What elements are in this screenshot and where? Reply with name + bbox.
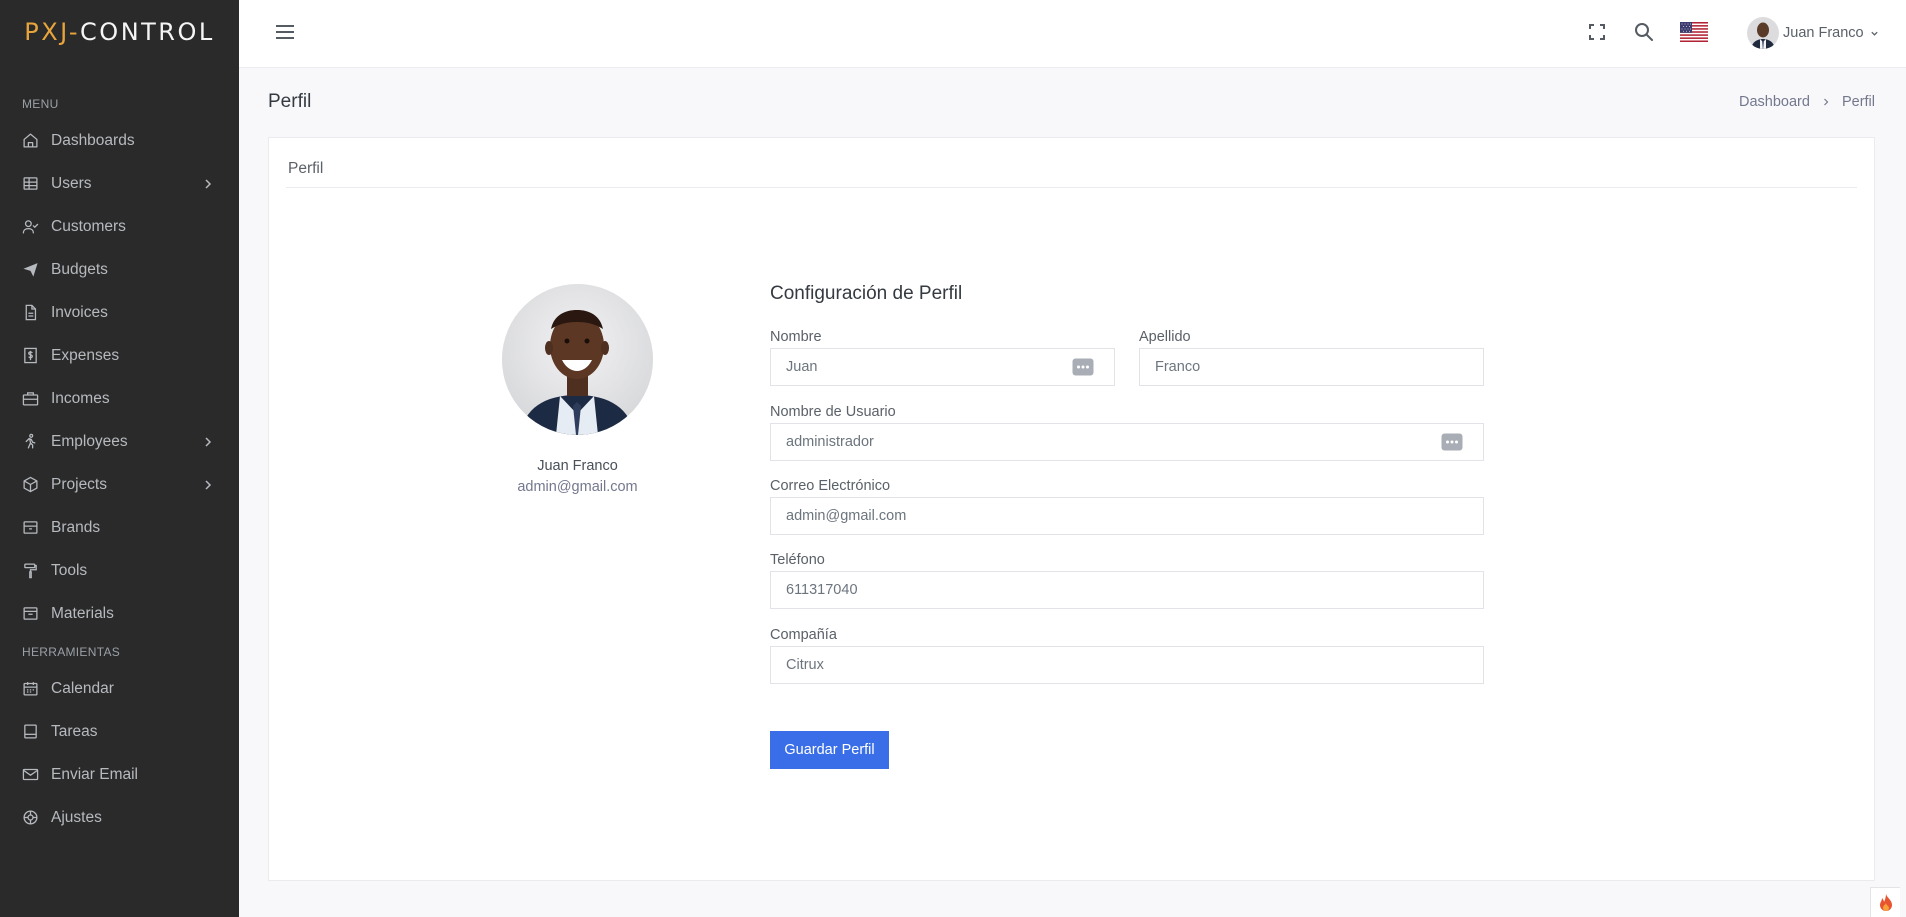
avatar xyxy=(1747,17,1779,49)
sidebar-item-budgets[interactable]: Budgets xyxy=(0,248,239,291)
phone-field[interactable] xyxy=(770,571,1484,609)
sidebar-item-materials[interactable]: Materials xyxy=(0,592,239,635)
company-field[interactable] xyxy=(770,646,1484,684)
usuario-label: Nombre de Usuario xyxy=(770,404,896,420)
password-manager-icon[interactable] xyxy=(1441,433,1463,451)
breadcrumb: Dashboard Perfil xyxy=(1739,94,1875,110)
archive-icon xyxy=(23,521,38,534)
chevron-right-icon xyxy=(205,436,212,447)
flame-icon[interactable] xyxy=(1870,887,1900,917)
file-icon xyxy=(25,304,37,321)
sidebar-item-dashboards[interactable]: Dashboards xyxy=(0,119,239,162)
box-icon xyxy=(23,476,38,493)
search-icon[interactable] xyxy=(1634,22,1654,42)
profile-card: Perfil Juan Franco admin@gmail.com Confi… xyxy=(268,137,1875,881)
logo-part-2: CONTROL xyxy=(80,18,215,46)
sidebar-item-label: Invoices xyxy=(51,303,108,321)
calendar-icon xyxy=(23,682,38,696)
sidebar-item-customers[interactable]: Customers xyxy=(0,205,239,248)
sidebar-item-tareas[interactable]: Tareas xyxy=(0,710,239,753)
sidebar-item-label: Employees xyxy=(51,432,128,450)
form-heading: Configuración de Perfil xyxy=(770,283,963,304)
email-label: Correo Electrónico xyxy=(770,478,891,494)
sidebar-item-label: Tareas xyxy=(51,722,98,740)
breadcrumb-current: Perfil xyxy=(1841,94,1875,110)
paint-roller-icon xyxy=(24,563,37,579)
sidebar-item-label: Customers xyxy=(51,217,126,235)
username-field[interactable] xyxy=(770,423,1484,461)
sidebar-item-label: Materials xyxy=(51,604,114,622)
us-flag-icon[interactable] xyxy=(1680,22,1708,42)
chevron-right-icon xyxy=(205,178,212,189)
home-icon xyxy=(23,133,38,148)
sidebar-item-enviar-email[interactable]: Enviar Email xyxy=(0,753,239,796)
sidebar-item-label: Incomes xyxy=(51,389,110,407)
sidebar-item-label: Expenses xyxy=(51,346,120,364)
sidebar-item-invoices[interactable]: Invoices xyxy=(0,291,239,334)
sidebar-item-brands[interactable]: Brands xyxy=(0,506,239,549)
nombre-label: Nombre xyxy=(770,329,822,345)
email-field[interactable] xyxy=(770,497,1484,535)
send-icon xyxy=(23,263,38,277)
compania-label: Compañía xyxy=(770,627,837,643)
user-menu[interactable]: Juan Franco xyxy=(1747,17,1879,49)
user-name: Juan Franco xyxy=(1783,25,1864,41)
sidebar-item-users[interactable]: Users xyxy=(0,162,239,205)
apellido-label: Apellido xyxy=(1139,329,1191,345)
sidebar-item-expenses[interactable]: Expenses xyxy=(0,334,239,377)
task-icon xyxy=(24,724,37,739)
sidebar-item-projects[interactable]: Projects xyxy=(0,463,239,506)
sidebar-item-label: Enviar Email xyxy=(51,765,138,783)
breadcrumb-dashboard-link[interactable]: Dashboard xyxy=(1739,94,1810,110)
app-logo[interactable]: PXJ- CONTROL xyxy=(0,0,239,64)
sidebar-item-ajustes[interactable]: Ajustes xyxy=(0,796,239,839)
menu-section-title: MENU xyxy=(22,97,59,111)
card-title: Perfil xyxy=(288,160,324,177)
sidebar-item-label: Tools xyxy=(51,561,88,579)
user-check-icon xyxy=(22,220,39,234)
apellido-field[interactable] xyxy=(1139,348,1484,386)
chevron-right-icon xyxy=(1824,98,1829,106)
chevron-right-icon xyxy=(205,479,212,490)
tools-section-title: HERRAMIENTAS xyxy=(22,645,121,659)
sidebar-item-tools[interactable]: Tools xyxy=(0,549,239,592)
mail-icon xyxy=(22,768,39,781)
fullscreen-icon[interactable] xyxy=(1587,22,1607,42)
briefcase-icon xyxy=(22,392,39,406)
page-title: Perfil xyxy=(268,91,312,112)
sidebar-item-label: Budgets xyxy=(51,260,108,278)
package-icon xyxy=(23,607,38,620)
settings-icon xyxy=(23,810,38,825)
walk-icon xyxy=(25,433,36,449)
logo-part-1: PXJ- xyxy=(24,18,81,46)
telefono-label: Teléfono xyxy=(770,552,825,568)
sidebar-item-incomes[interactable]: Incomes xyxy=(0,377,239,420)
sidebar-item-label: Users xyxy=(51,174,92,192)
chevron-down-icon xyxy=(1870,31,1878,36)
sidebar-item-label: Dashboards xyxy=(51,131,135,149)
sidebar-item-label: Calendar xyxy=(51,679,114,697)
grid-icon xyxy=(23,177,38,190)
sidebar: PXJ- CONTROL MENU Dashboards Users Custom… xyxy=(0,0,239,917)
profile-email: admin@gmail.com xyxy=(517,479,638,495)
password-manager-icon[interactable] xyxy=(1072,358,1094,376)
sidebar-item-calendar[interactable]: Calendar xyxy=(0,667,239,710)
topbar: Juan Franco xyxy=(239,0,1906,68)
profile-photo xyxy=(502,284,653,435)
sidebar-item-label: Brands xyxy=(51,518,101,536)
card-divider xyxy=(286,187,1857,188)
profile-name: Juan Franco xyxy=(537,458,618,474)
sidebar-item-label: Projects xyxy=(51,475,107,493)
dollar-file-icon xyxy=(24,347,37,364)
save-profile-button[interactable]: Guardar Perfil xyxy=(770,731,889,769)
sidebar-item-label: Ajustes xyxy=(51,808,102,826)
nombre-field[interactable] xyxy=(770,348,1115,386)
sidebar-item-employees[interactable]: Employees xyxy=(0,420,239,463)
menu-toggle-icon[interactable] xyxy=(275,22,295,42)
